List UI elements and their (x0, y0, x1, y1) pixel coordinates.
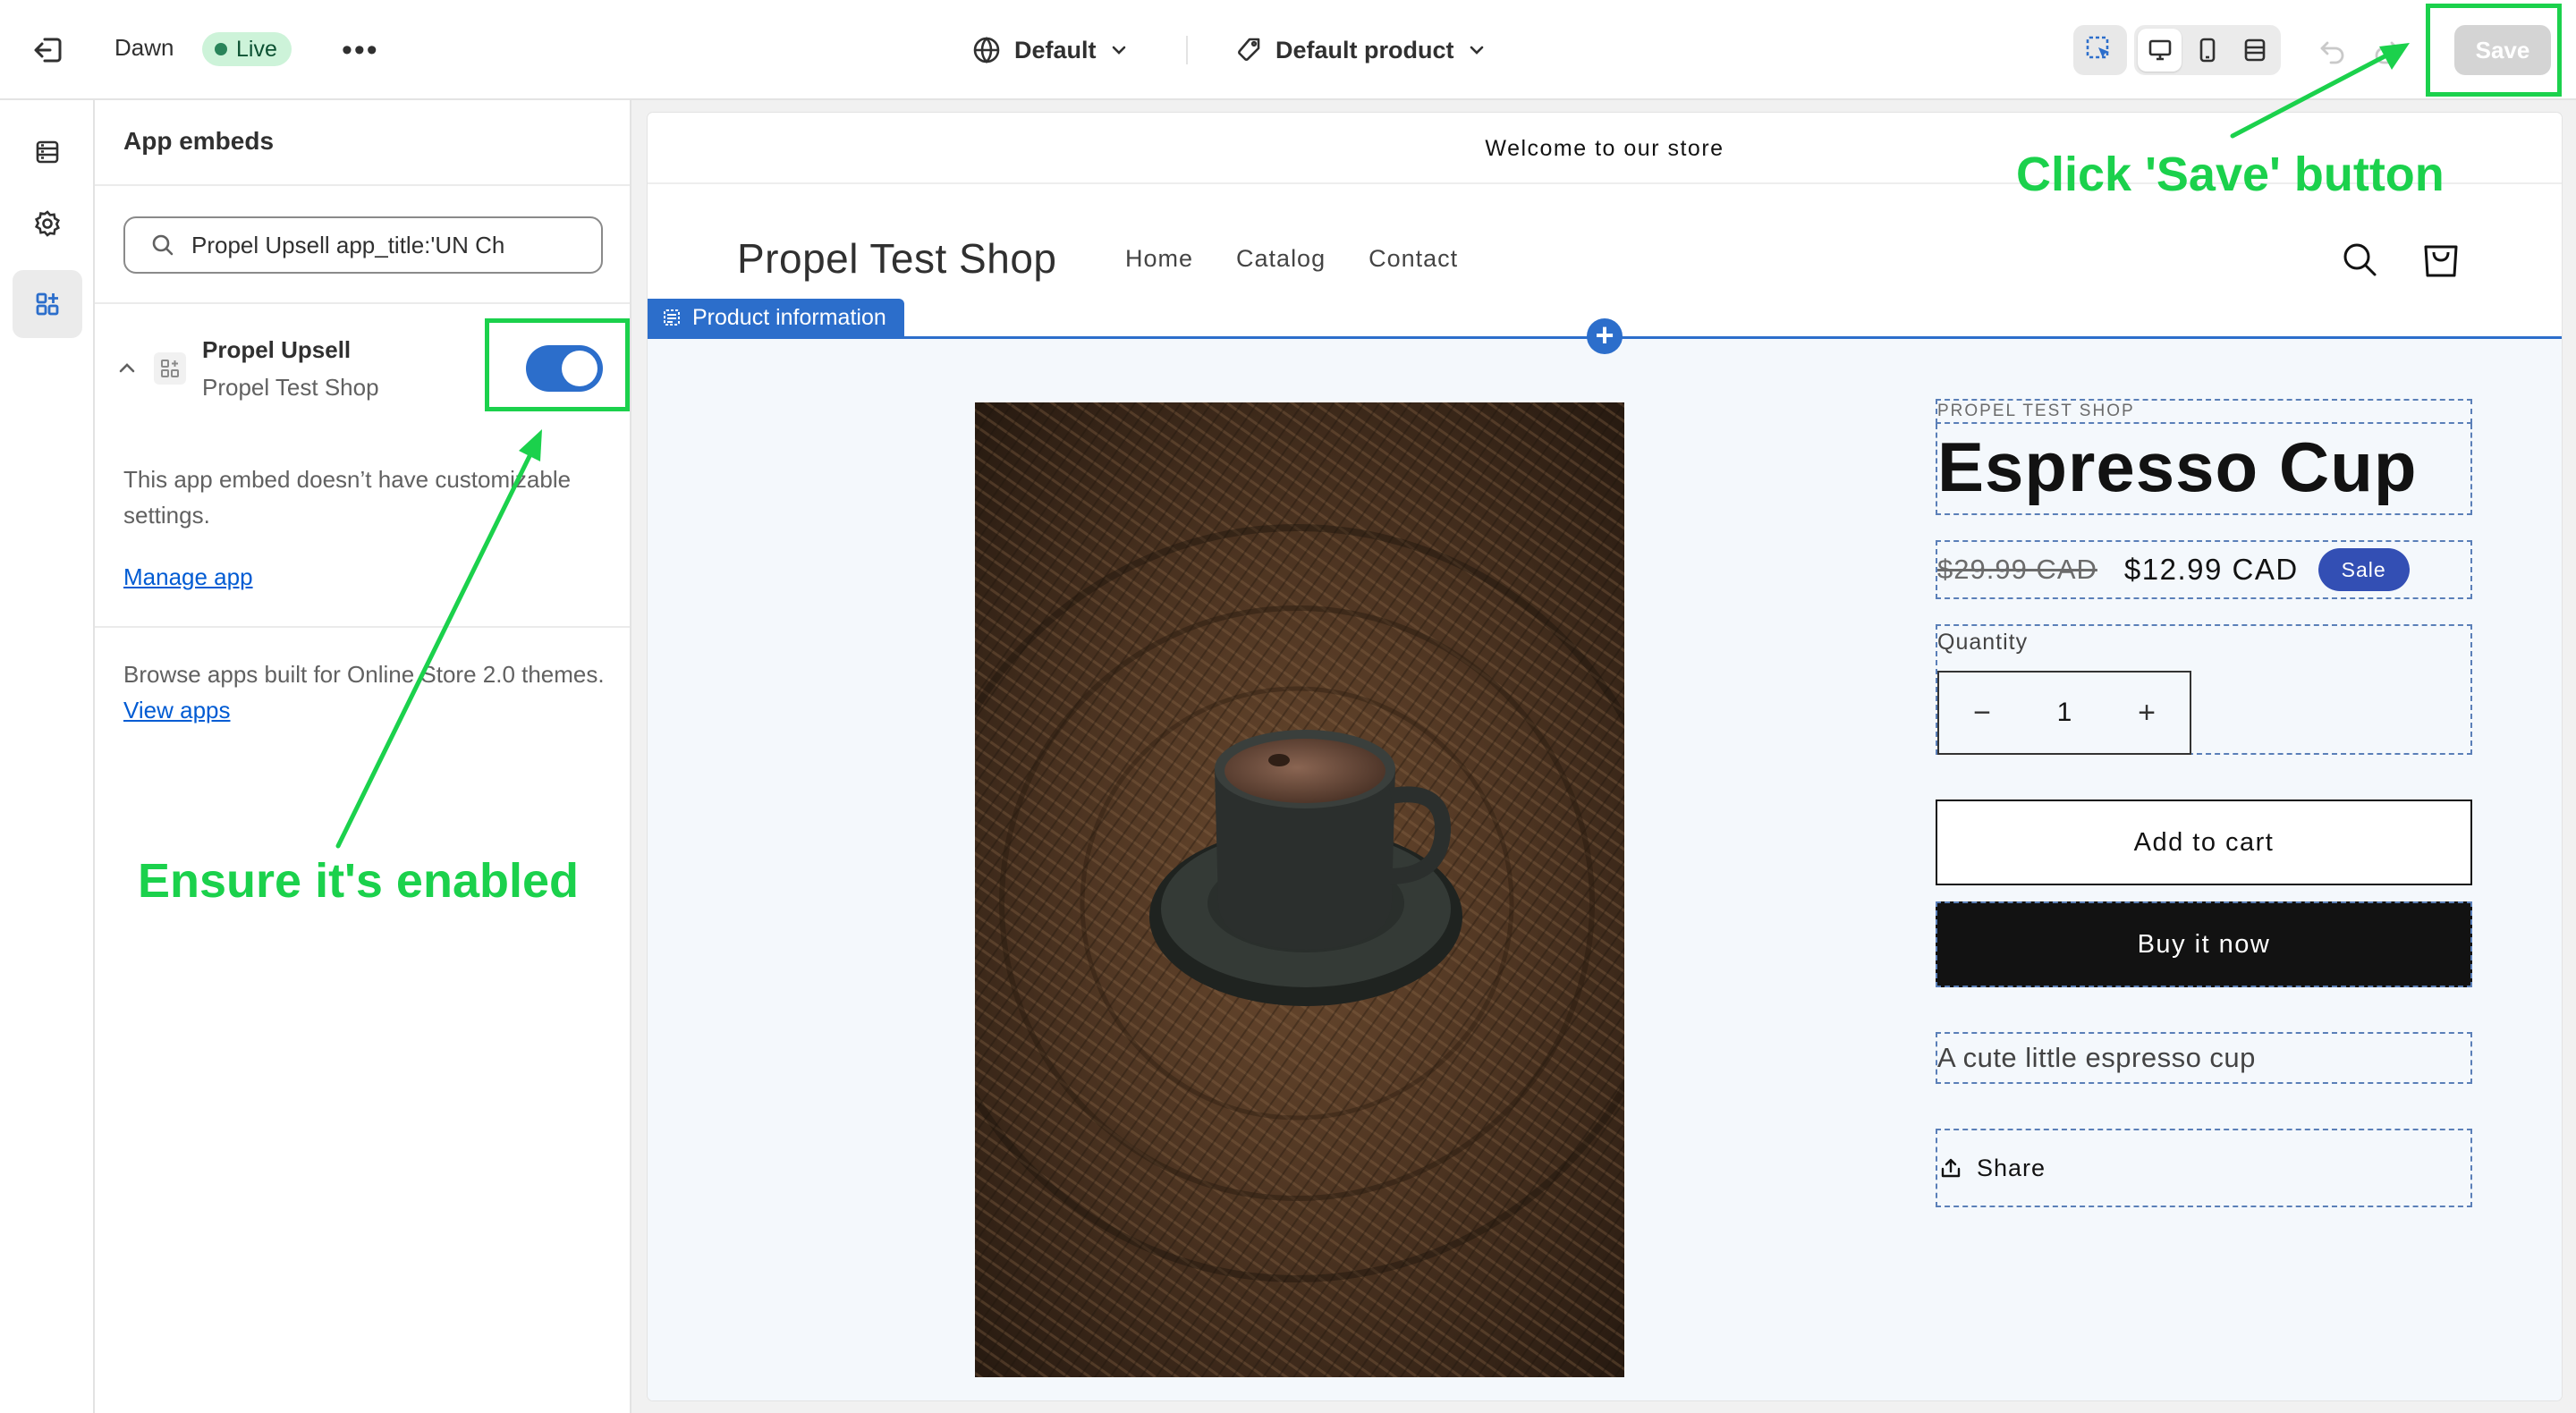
product-vendor: PROPEL TEST SHOP (1936, 399, 2472, 424)
mobile-view-icon[interactable] (2185, 29, 2229, 72)
app-embed-name: Propel Upsell (202, 336, 352, 363)
save-highlight-box (2426, 4, 2562, 97)
template-selector[interactable]: Default (971, 30, 1129, 70)
editor-topbar: Dawn Live ••• Default Default product Sa… (0, 0, 2576, 100)
topbar-divider (1186, 36, 1188, 64)
browse-apps-text: Browse apps built for Online Store 2.0 t… (123, 656, 606, 728)
redo-icon[interactable] (2370, 34, 2402, 66)
sale-price: $12.99 CAD (2123, 553, 2299, 586)
chevron-down-icon (1470, 46, 1483, 55)
nav-item-home[interactable]: Home (1125, 245, 1193, 273)
compare-at-price: $29.99 CAD (1937, 554, 2097, 585)
settings-gear-icon[interactable] (13, 190, 82, 258)
browse-apps-label: Browse apps built for Online Store 2.0 t… (123, 661, 605, 688)
toggle-highlight-box (485, 318, 630, 411)
chevron-up-icon[interactable] (114, 356, 140, 381)
tag-icon (1238, 38, 1260, 61)
more-actions-button[interactable]: ••• (342, 34, 377, 66)
share-icon (1941, 1158, 1961, 1178)
search-input[interactable] (191, 231, 513, 259)
product-price: $29.99 CAD $12.99 CAD Sale (1936, 540, 2472, 599)
desktop-view-icon[interactable] (2138, 29, 2182, 72)
quantity-label: Quantity (1937, 630, 2029, 655)
app-embeds-panel: App embeds Propel Upsell Propel Test Sho… (95, 100, 631, 1413)
add-section-plus-icon[interactable]: + (1587, 318, 1623, 354)
live-dot-icon (215, 43, 227, 55)
cart-icon[interactable] (2419, 234, 2463, 281)
section-label-text: Product information (692, 304, 886, 330)
shop-logo-text[interactable]: Propel Test Shop (737, 234, 1057, 283)
store-preview: Welcome to our store Propel Test Shop Ho… (648, 113, 2562, 1400)
add-to-cart-button[interactable]: Add to cart (1936, 800, 2472, 885)
decrease-quantity-button[interactable]: − (1964, 696, 2000, 731)
product-image (975, 402, 1624, 1377)
share-button[interactable]: Share (1936, 1129, 2472, 1207)
search-field[interactable] (123, 216, 603, 274)
theme-name: Dawn (114, 34, 174, 61)
globe-icon (973, 37, 1000, 63)
section-icon (664, 309, 680, 326)
nav-item-contact[interactable]: Contact (1368, 245, 1458, 273)
app-embed-shop: Propel Test Shop (202, 374, 379, 401)
quantity-value[interactable]: 1 (2057, 698, 2072, 728)
product-selector-label: Default product (1275, 36, 1454, 63)
divider (95, 626, 630, 628)
main-nav: Home Catalog Contact (1125, 245, 1458, 273)
sections-icon[interactable] (13, 118, 82, 186)
search-icon (152, 234, 174, 256)
divider (95, 184, 630, 186)
app-embed-block-icon (154, 352, 186, 385)
fullscreen-view-icon[interactable] (2233, 29, 2277, 72)
product-title: Espresso Cup (1936, 424, 2472, 515)
undo-icon[interactable] (2317, 34, 2349, 66)
sale-badge: Sale (2318, 548, 2410, 591)
buy-it-now-button[interactable]: Buy it now (1936, 901, 2472, 987)
product-selector[interactable]: Default product (1234, 30, 1487, 70)
quantity-stepper: − 1 + (1937, 671, 2191, 755)
divider (95, 302, 630, 304)
template-selector-label: Default (1014, 36, 1097, 63)
increase-quantity-button[interactable]: + (2129, 696, 2165, 731)
section-label: Product information (648, 299, 904, 336)
chevron-down-icon (1112, 46, 1125, 55)
manage-app-link[interactable]: Manage app (123, 563, 253, 591)
app-embed-description: This app embed doesn’t have customizable… (123, 466, 572, 529)
product-description: A cute little espresso cup (1936, 1032, 2472, 1084)
exit-icon[interactable] (30, 32, 66, 68)
inspector-icon[interactable] (2073, 25, 2127, 75)
quantity-block: Quantity − 1 + (1936, 624, 2472, 755)
editor-rail (0, 100, 95, 1413)
share-label: Share (1977, 1154, 2046, 1181)
status-badge: Live (202, 32, 292, 66)
save-hint-annotation: Click 'Save' button (2016, 148, 2445, 201)
view-apps-link[interactable]: View apps (123, 697, 231, 723)
panel-title: App embeds (123, 127, 275, 155)
viewport-switcher (2134, 25, 2281, 75)
toggle-hint-annotation: Ensure it's enabled (138, 854, 579, 908)
status-badge-label: Live (236, 36, 277, 62)
app-embeds-icon[interactable] (13, 270, 82, 338)
search-icon[interactable] (2338, 238, 2381, 281)
nav-item-catalog[interactable]: Catalog (1236, 245, 1326, 273)
